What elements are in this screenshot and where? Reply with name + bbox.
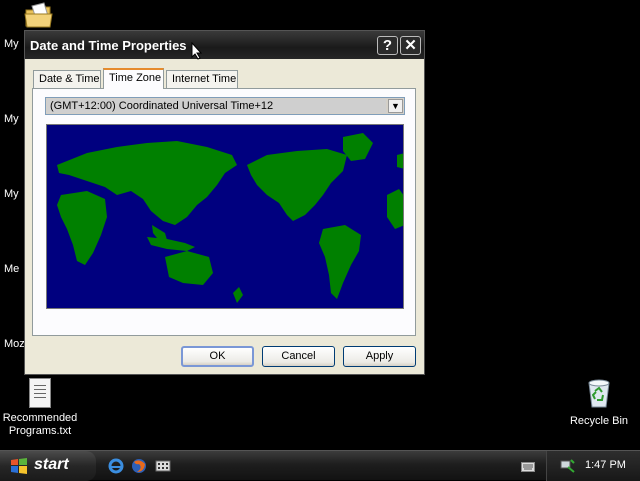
folder-icon[interactable] <box>24 2 54 30</box>
clock[interactable]: 1:47 PM <box>585 459 626 471</box>
time-zone-dropdown[interactable]: (GMT+12:00) Coordinated Universal Time+1… <box>45 97 405 115</box>
dialog-titlebar[interactable]: Date and Time Properties ? ✕ <box>25 31 424 60</box>
network-tray-icon[interactable] <box>559 458 575 474</box>
date-time-properties-dialog: Date and Time Properties ? ✕ Date & Time… <box>24 30 425 375</box>
recycle-bin-icon <box>588 379 610 408</box>
tab-date-time[interactable]: Date & Time <box>33 70 101 88</box>
tab-internet-time[interactable]: Internet Time <box>166 70 238 88</box>
keyboard-icon[interactable] <box>521 460 535 472</box>
help-button[interactable]: ? <box>377 36 398 55</box>
time-zone-panel: (GMT+12:00) Coordinated Universal Time+1… <box>32 88 416 336</box>
world-map <box>46 124 404 309</box>
text-file-icon <box>29 378 51 408</box>
world-map-image <box>57 133 403 303</box>
taskbar: start 1:47 PM <box>0 450 640 481</box>
internet-explorer-icon[interactable] <box>108 458 124 474</box>
desktop-icon-label: Recycle Bin <box>569 415 629 427</box>
cancel-button[interactable]: Cancel <box>262 346 335 367</box>
desktop-icon-label-my-documents[interactable]: My <box>4 38 19 50</box>
firefox-icon[interactable] <box>131 458 147 474</box>
desktop-icon-label: Recommended Programs.txt <box>2 412 78 437</box>
recommended-programs-desktop-icon[interactable]: Recommended Programs.txt <box>2 378 78 438</box>
desktop-icon-label-media[interactable]: Me <box>4 263 19 275</box>
close-button[interactable]: ✕ <box>400 36 421 55</box>
tab-time-zone[interactable]: Time Zone <box>103 68 164 89</box>
system-tray: 1:47 PM <box>546 451 640 481</box>
ok-button[interactable]: OK <box>181 346 254 367</box>
mouse-cursor-icon <box>191 42 203 60</box>
time-zone-selected-value: (GMT+12:00) Coordinated Universal Time+1… <box>47 99 386 113</box>
recycle-bin-desktop-icon[interactable]: Recycle Bin <box>566 378 632 427</box>
dialog-title: Date and Time Properties <box>30 38 187 53</box>
windows-logo-icon <box>11 458 27 474</box>
chevron-down-icon[interactable]: ▼ <box>388 99 403 113</box>
start-label: start <box>34 456 69 473</box>
desktop-icon-label-my-network[interactable]: My <box>4 188 19 200</box>
start-button[interactable]: start <box>0 451 96 481</box>
desktop-icon-label-mozilla[interactable]: Moz <box>4 338 25 350</box>
apply-button[interactable]: Apply <box>343 346 416 367</box>
media-player-icon[interactable] <box>155 458 171 474</box>
desktop-icon-label-my-computer[interactable]: My <box>4 113 19 125</box>
